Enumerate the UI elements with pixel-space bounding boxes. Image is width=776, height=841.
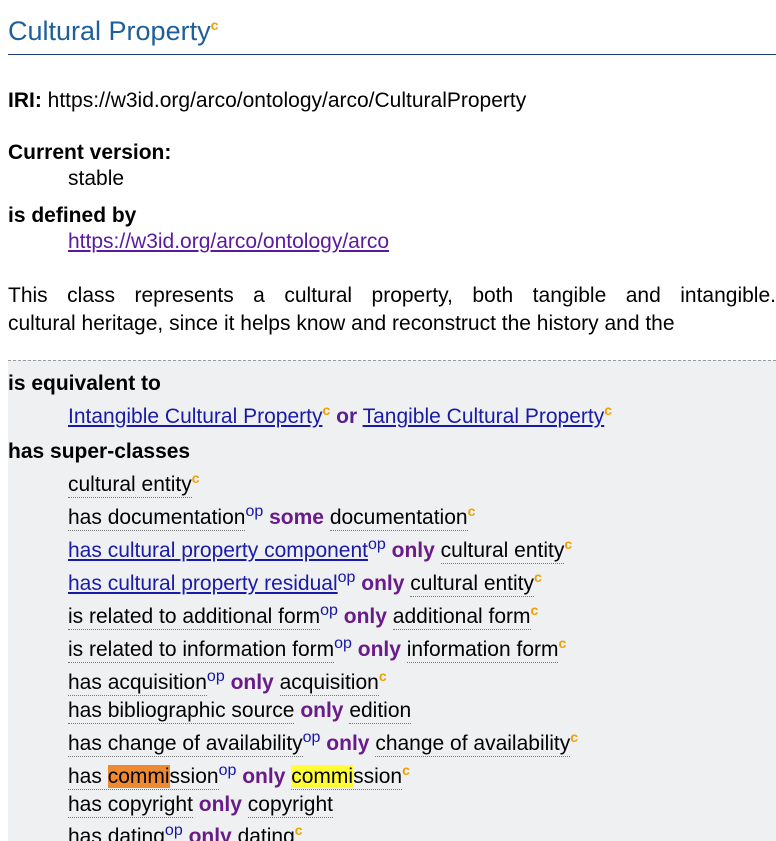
superclass-row: has copyright only copyright xyxy=(68,791,333,819)
property-name: has acquisition xyxy=(68,671,207,696)
property-name: has documentation xyxy=(68,506,246,531)
op-marker: op xyxy=(337,569,356,586)
superclass-row: has documentationop some documentationc xyxy=(68,504,475,532)
version-block: Current version: stable xyxy=(8,140,171,192)
class-marker: c xyxy=(558,635,567,651)
op-marker: op xyxy=(320,602,338,619)
page-title: Cultural Propertyc xyxy=(8,16,219,46)
superclass-row: has datingop only datingc xyxy=(68,823,303,841)
class-name: cultural entity xyxy=(440,539,565,564)
class-name: edition xyxy=(349,699,412,724)
class-name: acquisition xyxy=(279,671,379,696)
class-name: commission xyxy=(291,765,403,790)
class-name: documentation xyxy=(329,506,468,531)
equivalent-row: Intangible Cultural Propertyc or Tangibl… xyxy=(68,403,612,431)
superclass-row: cultural entityc xyxy=(68,471,200,499)
property-link[interactable]: has cultural property residual xyxy=(68,572,338,595)
property-name: has bibliographic source xyxy=(68,699,295,724)
class-marker: c xyxy=(402,762,410,778)
class-marker: c xyxy=(530,602,539,618)
class-marker: c xyxy=(534,569,542,585)
iri-value: https://w3id.org/arco/ontology/arco/Cult… xyxy=(47,89,527,112)
restriction-keyword: only xyxy=(300,699,344,722)
axioms-panel: is equivalent to Intangible Cultural Pro… xyxy=(8,360,776,841)
superclass-row: is related to information formop only in… xyxy=(68,636,566,664)
restriction-keyword: only xyxy=(391,539,435,562)
restriction-keyword: only xyxy=(326,732,370,755)
class-name: cultural entity xyxy=(68,473,192,498)
description-line-2: cultural heritage, since it helps know a… xyxy=(8,312,675,335)
superclasses-label: has super-classes xyxy=(8,440,191,463)
iri-label: IRI: xyxy=(8,89,42,112)
superclass-row: has acquisitionop only acquisitionc xyxy=(68,669,387,697)
property-name: is related to additional form xyxy=(68,605,321,630)
class-marker: c xyxy=(467,503,476,519)
defined-by-label: is defined by xyxy=(8,204,137,227)
superclass-row: has cultural property residualop only cu… xyxy=(68,570,542,598)
defined-by-block: is defined by https://w3id.org/arco/onto… xyxy=(8,203,389,255)
class-marker: c xyxy=(322,402,331,418)
class-marker: c xyxy=(210,17,219,33)
superclass-row: has cultural property componentop only c… xyxy=(68,537,572,565)
class-name: dating xyxy=(237,825,295,841)
property-name: is related to information form xyxy=(68,638,335,663)
iri-line: IRI: https://w3id.org/arco/ontology/arco… xyxy=(8,88,526,114)
description: This class represents a cultural propert… xyxy=(8,282,776,338)
class-name: copyright xyxy=(247,793,333,818)
restriction-keyword: only xyxy=(361,572,405,595)
property-link[interactable]: has cultural property component xyxy=(68,539,368,562)
superclass-row: has commissionop only commissionc xyxy=(68,763,410,791)
class-marker: c xyxy=(564,536,573,552)
equivalent-label: is equivalent to xyxy=(8,372,161,395)
restriction-keyword: only xyxy=(357,638,401,661)
version-value: stable xyxy=(68,167,125,190)
class-marker: c xyxy=(191,470,200,486)
restriction-keyword: only xyxy=(242,765,286,788)
superclass-row: has bibliographic source only edition xyxy=(68,697,412,725)
op-marker: op xyxy=(334,635,352,652)
class-name: cultural entity xyxy=(410,572,535,597)
op-marker: op xyxy=(206,668,225,685)
class-name: change of availability xyxy=(375,732,571,757)
property-name: has dating xyxy=(68,825,165,841)
op-marker: op xyxy=(164,822,183,839)
restriction-keyword: only xyxy=(343,605,387,628)
property-name: has commission xyxy=(68,765,219,790)
restriction-keyword: only xyxy=(198,793,242,816)
restriction-keyword: only xyxy=(230,671,274,694)
restriction-keyword: some xyxy=(269,506,324,529)
superclass-row: is related to additional formop only add… xyxy=(68,603,538,631)
tangible-cultural-property-link[interactable]: Tangible Cultural Property xyxy=(363,405,605,428)
intangible-cultural-property-link[interactable]: Intangible Cultural Property xyxy=(68,405,322,428)
class-name: information form xyxy=(406,638,559,663)
op-marker: op xyxy=(368,536,386,553)
op-marker: op xyxy=(218,762,237,779)
property-name: has copyright xyxy=(68,793,193,818)
version-label: Current version: xyxy=(8,141,172,164)
defined-by-link[interactable]: https://w3id.org/arco/ontology/arco xyxy=(68,230,389,253)
class-marker: c xyxy=(570,729,579,745)
op-marker: op xyxy=(245,503,264,520)
restriction-keyword: only xyxy=(188,825,232,841)
page-header: Cultural Propertyc xyxy=(8,14,776,55)
property-name: has change of availability xyxy=(68,732,303,757)
description-line-1: This class represents a cultural propert… xyxy=(8,284,776,307)
search-highlight-current: commi xyxy=(107,765,170,788)
class-marker: c xyxy=(378,668,387,684)
superclass-row: has change of availabilityop only change… xyxy=(68,730,578,758)
or-keyword: or xyxy=(336,405,358,428)
class-marker: c xyxy=(604,402,613,418)
class-name: additional form xyxy=(392,605,531,630)
search-highlight: commi xyxy=(291,765,354,788)
op-marker: op xyxy=(302,729,321,746)
class-marker: c xyxy=(294,822,303,838)
